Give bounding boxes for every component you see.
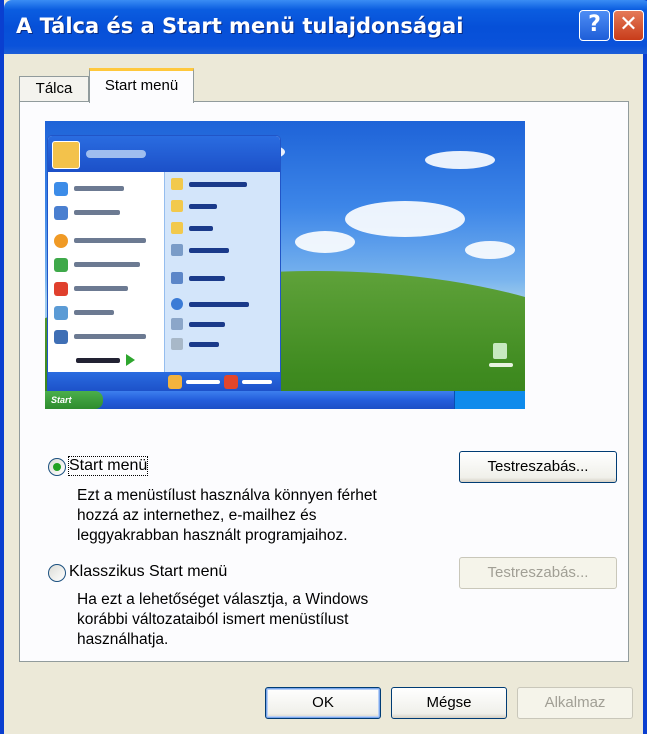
- recycle-bin-icon: [493, 343, 507, 359]
- preview-item-text: [74, 310, 114, 315]
- tab-start-menu[interactable]: Start menü: [89, 68, 194, 103]
- preview-item-text: [189, 322, 225, 327]
- preview-menu-right: [164, 172, 280, 372]
- log-off-icon: [168, 375, 182, 389]
- preview-item-text: [186, 380, 220, 384]
- user-avatar-icon: [52, 141, 80, 169]
- description-line: Ezt a menüstílust használva könnyen férh…: [77, 487, 377, 504]
- preview-item-text: [76, 358, 120, 363]
- folder-icon: [171, 222, 183, 234]
- outlook-express-icon: [54, 206, 68, 220]
- preview-item-text: [74, 238, 146, 243]
- description-line: korábbi változataiból ismert menüstílust: [77, 611, 349, 628]
- folder-icon: [171, 178, 183, 190]
- start-menu-customize-button[interactable]: Testreszabás...: [459, 451, 617, 483]
- preview-item-text: [189, 342, 219, 347]
- classic-start-menu-label[interactable]: Klasszikus Start menü: [69, 563, 227, 581]
- preview-menu-header: [48, 136, 280, 172]
- shutdown-icon: [224, 375, 238, 389]
- preview-item-text: [74, 334, 146, 339]
- preview-item-text: [189, 276, 225, 281]
- search-icon: [171, 318, 183, 330]
- window-title: A Tálca és a Start menü tulajdonságai: [16, 14, 464, 38]
- classic-start-menu-description: Ha ezt a lehetőséget választja, a Window…: [77, 590, 368, 650]
- help-icon: [171, 298, 183, 310]
- description-line: leggyakrabban használt programjaihoz.: [77, 527, 348, 544]
- start-menu-radio[interactable]: [48, 458, 66, 476]
- start-menu-description: Ezt a menüstílust használva könnyen férh…: [77, 486, 377, 546]
- run-icon: [171, 338, 183, 350]
- cloud: [295, 231, 355, 253]
- internet-explorer-icon: [54, 182, 68, 196]
- description-line: hozzá az internethez, e-mailhez és: [77, 507, 317, 524]
- preview-item-text: [74, 286, 128, 291]
- preview-system-tray: [454, 391, 525, 409]
- preview-start-menu: [47, 135, 281, 393]
- start-menu-label[interactable]: Start menü: [67, 456, 149, 476]
- radio-selected-dot: [53, 463, 61, 471]
- preview-item-text: [74, 186, 124, 191]
- messenger-icon: [54, 258, 68, 272]
- tab-label: Start menü: [104, 77, 179, 94]
- tab-panel: Start Start menü Testreszabás... Ezt a m…: [19, 101, 629, 662]
- cloud: [465, 241, 515, 259]
- preview-item-text: [242, 380, 272, 384]
- preview-taskbar: Start: [45, 391, 525, 409]
- help-button[interactable]: ?: [579, 10, 610, 41]
- ok-button[interactable]: OK: [265, 687, 381, 719]
- tab-talca[interactable]: Tálca: [19, 76, 89, 102]
- control-panel-icon: [171, 272, 183, 284]
- classic-customize-button[interactable]: Testreszabás...: [459, 557, 617, 589]
- help-icon: ?: [588, 12, 601, 37]
- description-line: Ha ezt a lehetőséget választja, a Window…: [77, 591, 369, 608]
- preview-item-text: [189, 204, 217, 209]
- preview-item-text: [189, 248, 229, 253]
- preview-start-button: Start: [45, 391, 103, 409]
- close-button[interactable]: ✕: [613, 10, 644, 41]
- cloud: [425, 151, 495, 169]
- computer-icon: [171, 244, 183, 256]
- cancel-button[interactable]: Mégse: [391, 687, 507, 719]
- preview-user-name: [86, 150, 146, 158]
- preview-item-text: [189, 182, 247, 187]
- solitaire-icon: [54, 282, 68, 296]
- cloud: [345, 201, 465, 237]
- arrow-right-icon: [126, 354, 135, 366]
- preview-item-text: [189, 226, 213, 231]
- start-menu-preview-image: Start: [45, 121, 525, 409]
- preview-item-text: [189, 302, 249, 307]
- title-bar[interactable]: A Tálca és a Start menü tulajdonságai ? …: [4, 0, 647, 54]
- preview-item-text: [74, 210, 120, 215]
- preview-menu-footer: [48, 372, 280, 392]
- preview-item-text: [74, 262, 140, 267]
- tab-label: Tálca: [35, 80, 73, 97]
- media-player-icon: [54, 234, 68, 248]
- preview-menu-left: [48, 172, 164, 372]
- movie-maker-icon: [54, 330, 68, 344]
- folder-icon: [171, 200, 183, 212]
- classic-start-menu-radio[interactable]: [48, 564, 66, 582]
- notepad-icon: [54, 306, 68, 320]
- close-icon: ✕: [619, 12, 638, 37]
- recycle-bin-label: [489, 363, 513, 367]
- apply-button[interactable]: Alkalmaz: [517, 687, 633, 719]
- description-line: használhatja.: [77, 631, 169, 648]
